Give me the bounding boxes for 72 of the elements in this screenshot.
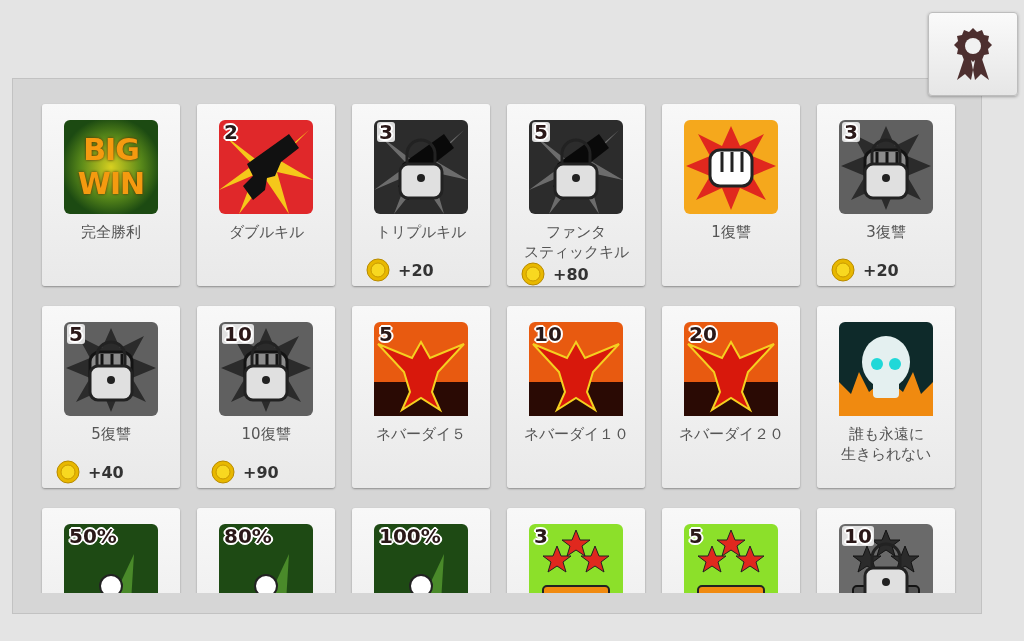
reward-amount: +90 [243, 462, 279, 482]
achievement-title: ネバーダイ５ [376, 424, 466, 444]
padlock-icon [64, 322, 158, 416]
badge-number: 10 [842, 526, 874, 546]
padlock-icon [374, 120, 468, 214]
badge-number: 5 [67, 324, 85, 344]
achievement-card[interactable]: 5 [662, 508, 800, 593]
achievement-title: 完全勝利 [81, 222, 141, 242]
mvp-stars-icon [684, 524, 778, 593]
achievement-card[interactable]: 3 トリプルキル +20 [352, 104, 490, 286]
achievement-card[interactable]: 3 3復讐 +20 [817, 104, 955, 286]
badge-number: 3 [533, 526, 549, 546]
badge-number: 80% [223, 526, 273, 546]
badge-number: 5 [378, 324, 394, 344]
coin-icon [211, 460, 235, 484]
coin-icon [521, 262, 545, 286]
badge-number: 3 [377, 122, 395, 142]
achievement-card[interactable]: 5 ファンタ スティックキル +80 [507, 104, 645, 286]
badge-number: 50% [68, 526, 118, 546]
badge-number: 5 [688, 526, 704, 546]
achievement-card[interactable]: BIG WIN 完全勝利 [42, 104, 180, 286]
padlock-icon [839, 524, 933, 593]
badge-number: 5 [532, 122, 550, 142]
badge-number: 10 [533, 324, 563, 344]
awards-button[interactable] [928, 12, 1018, 96]
rosette-icon [953, 26, 993, 82]
mvp-stars-icon [529, 524, 623, 593]
achievement-card[interactable]: 20 ネバーダイ２０ [662, 306, 800, 488]
badge-number: 10 [222, 324, 254, 344]
spotlight-figure-icon [374, 524, 468, 593]
achievement-title: ダブルキル [228, 222, 304, 242]
phoenix-icon [374, 322, 468, 416]
spotlight-figure-icon [64, 524, 158, 593]
achievement-card[interactable]: 5 ネバーダイ５ [352, 306, 490, 488]
phoenix-icon [529, 322, 623, 416]
achievement-title: トリプルキル [376, 222, 466, 242]
phoenix-icon [684, 322, 778, 416]
reward-amount: +20 [863, 260, 899, 280]
achievement-card[interactable]: 2 ダブルキル [197, 104, 335, 286]
achievement-card[interactable]: 5 5復讐 +40 [42, 306, 180, 488]
coin-icon [56, 460, 80, 484]
fist-icon [684, 120, 778, 214]
pistol-icon [219, 120, 313, 214]
reward-amount: +40 [88, 462, 124, 482]
skull-icon [839, 322, 933, 416]
spotlight-figure-icon [219, 524, 313, 593]
achievement-card[interactable]: 3 [507, 508, 645, 593]
padlock-icon [529, 120, 623, 214]
achievement-card[interactable]: 10 [817, 508, 955, 593]
achievement-card[interactable]: 10 10復讐 +90 [197, 306, 335, 488]
coin-icon [831, 258, 855, 282]
achievement-card[interactable]: 1復讐 [662, 104, 800, 286]
achievement-title: ネバーダイ１０ [523, 424, 629, 444]
achievement-title: 3復讐 [866, 222, 906, 242]
big-win-logo: BIG WIN [64, 120, 158, 214]
achievement-card[interactable]: 10 ネバーダイ１０ [507, 306, 645, 488]
achievement-card[interactable]: 誰も永遠に 生きられない [817, 306, 955, 488]
reward-amount: +20 [398, 260, 434, 280]
badge-number: 2 [223, 122, 239, 142]
achievement-title: ファンタ スティックキル [523, 222, 629, 262]
coin-icon [366, 258, 390, 282]
padlock-icon [839, 120, 933, 214]
reward-amount: +80 [553, 264, 589, 284]
padlock-icon [219, 322, 313, 416]
achievement-title: 5復讐 [91, 424, 131, 444]
badge-number: 20 [688, 324, 718, 344]
badge-number: 3 [842, 122, 860, 142]
achievement-title: 1復讐 [711, 222, 751, 242]
achievement-title: ネバーダイ２０ [678, 424, 784, 444]
achievement-title: 10復讐 [241, 424, 291, 444]
achievement-title: 誰も永遠に 生きられない [841, 424, 931, 464]
badge-number: 100% [378, 526, 442, 546]
